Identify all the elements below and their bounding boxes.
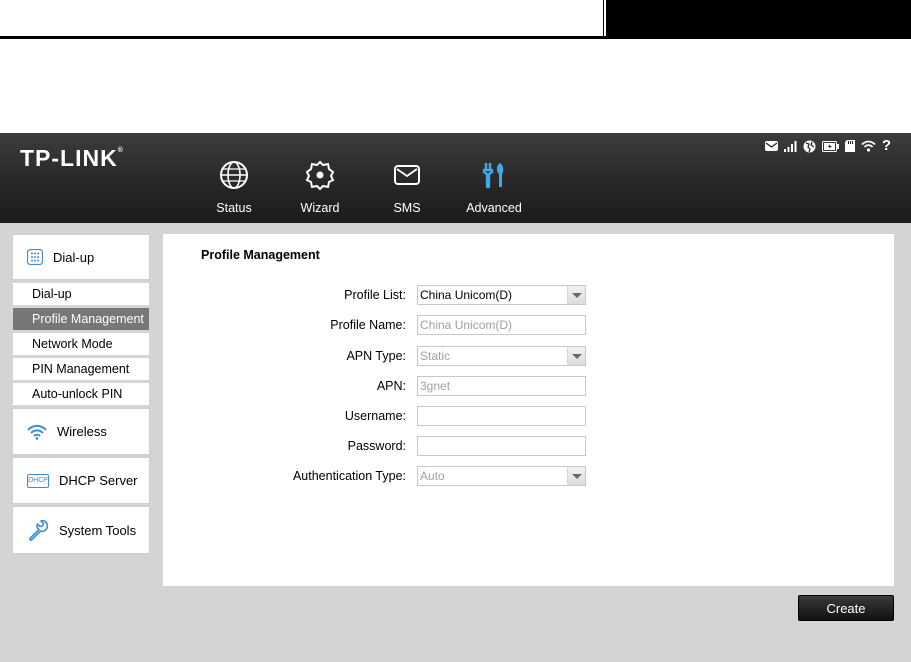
router-admin-app: TP-LINK® Status Wizard SMS Advanced ? Di… <box>0 133 911 662</box>
apn-value: 3gnet <box>420 379 451 393</box>
sidebar-dialup-header[interactable]: Dial-up <box>13 235 149 279</box>
header-divider <box>603 0 604 37</box>
apn-type-label: APN Type: <box>346 349 406 363</box>
page-title: Profile Management <box>201 248 320 262</box>
envelope-icon <box>394 165 420 185</box>
sidebar-item-pin-management[interactable]: PIN Management <box>12 357 150 381</box>
sidebar-wireless-header[interactable]: Wireless <box>13 409 149 454</box>
internet-globe-icon <box>803 140 816 153</box>
chevron-down-icon[interactable] <box>567 467 585 485</box>
auth-type-value: Auto <box>420 469 445 483</box>
nav-status-label: Status <box>216 201 252 215</box>
auth-type-row: Authentication Type: Auto <box>163 466 894 488</box>
sidebar-dialup-label: Dial-up <box>53 249 95 265</box>
tools-icon <box>482 163 504 189</box>
profile-name-row: Profile Name: China Unicom(D) <box>163 315 894 337</box>
mail-icon[interactable] <box>764 141 778 151</box>
help-icon[interactable]: ? <box>882 138 891 153</box>
nav-advanced[interactable]: Advanced <box>454 159 534 215</box>
sidebar-dialup-group[interactable]: Dial-up <box>12 234 150 280</box>
chevron-down-icon[interactable] <box>567 286 585 304</box>
sidebar-item-network-mode[interactable]: Network Mode <box>12 332 150 356</box>
wifi-icon <box>861 140 876 152</box>
create-button[interactable]: Create <box>798 595 894 621</box>
sidebar-system-tools-header[interactable]: System Tools <box>13 507 149 553</box>
password-row: Password: <box>163 436 894 458</box>
sidebar-system-tools-label: System Tools <box>59 522 137 538</box>
profile-name-value: China Unicom(D) <box>420 318 513 332</box>
sidebar-item-dialup[interactable]: Dial-up <box>12 282 150 306</box>
nav-sms-label: SMS <box>393 201 421 215</box>
sd-card-icon <box>844 140 855 152</box>
profile-list-label: Profile List: <box>344 288 406 302</box>
password-input[interactable] <box>417 436 586 456</box>
profile-name-input[interactable]: China Unicom(D) <box>417 315 586 335</box>
status-icons: ? <box>764 138 891 154</box>
profile-list-select[interactable]: China Unicom(D) <box>417 285 586 305</box>
apn-row: APN: 3gnet <box>163 376 894 398</box>
nav-status[interactable]: Status <box>194 159 274 215</box>
nav-wizard[interactable]: Wizard <box>280 159 360 215</box>
wrench-icon <box>29 519 49 541</box>
globe-icon <box>220 161 248 189</box>
sidebar-system-tools-group[interactable]: System Tools <box>12 506 150 554</box>
battery-icon <box>821 140 839 152</box>
dhcp-icon: DHCP <box>27 473 49 488</box>
apn-type-row: APN Type: Static <box>163 346 894 368</box>
nav-advanced-label: Advanced <box>466 201 522 215</box>
auth-type-select[interactable]: Auto <box>417 466 586 486</box>
sidebar-dhcp-header[interactable]: DHCP DHCP Server <box>13 458 149 503</box>
sidebar-wireless-label: Wireless <box>57 424 107 439</box>
header-black-block <box>606 0 911 37</box>
username-input[interactable] <box>417 406 586 426</box>
dialpad-icon <box>27 249 43 265</box>
profile-list-row: Profile List: China Unicom(D) <box>163 285 894 307</box>
top-bar: TP-LINK® Status Wizard SMS Advanced ? <box>0 133 911 223</box>
username-row: Username: <box>163 406 894 428</box>
profile-list-value: China Unicom(D) <box>420 288 513 302</box>
sidebar-dhcp-group[interactable]: DHCP DHCP Server <box>12 457 150 504</box>
signal-icon <box>783 140 797 152</box>
username-label: Username: <box>344 409 406 423</box>
wizard-gear-icon <box>305 160 335 191</box>
profile-management-panel: Profile Management Profile List: China U… <box>163 234 894 586</box>
sidebar-dhcp-label: DHCP Server <box>59 473 138 488</box>
sidebar-wireless-group[interactable]: Wireless <box>12 408 150 455</box>
nav-wizard-label: Wizard <box>300 201 340 215</box>
apn-type-select[interactable]: Static <box>417 346 586 366</box>
profile-name-label: Profile Name: <box>330 318 406 332</box>
sidebar-item-profile-management[interactable]: Profile Management <box>12 307 150 331</box>
header-rule <box>0 36 911 39</box>
chevron-down-icon[interactable] <box>567 347 585 365</box>
wifi-icon <box>27 424 47 440</box>
apn-type-value: Static <box>420 349 451 363</box>
apn-label: APN: <box>376 379 406 393</box>
password-label: Password: <box>347 439 406 453</box>
tp-link-logo: TP-LINK® <box>20 145 124 171</box>
apn-input[interactable]: 3gnet <box>417 376 586 396</box>
sidebar-item-auto-unlock-pin[interactable]: Auto-unlock PIN <box>12 382 150 406</box>
document-header <box>0 0 911 40</box>
auth-type-label: Authentication Type: <box>292 469 406 483</box>
nav-sms[interactable]: SMS <box>367 159 447 215</box>
